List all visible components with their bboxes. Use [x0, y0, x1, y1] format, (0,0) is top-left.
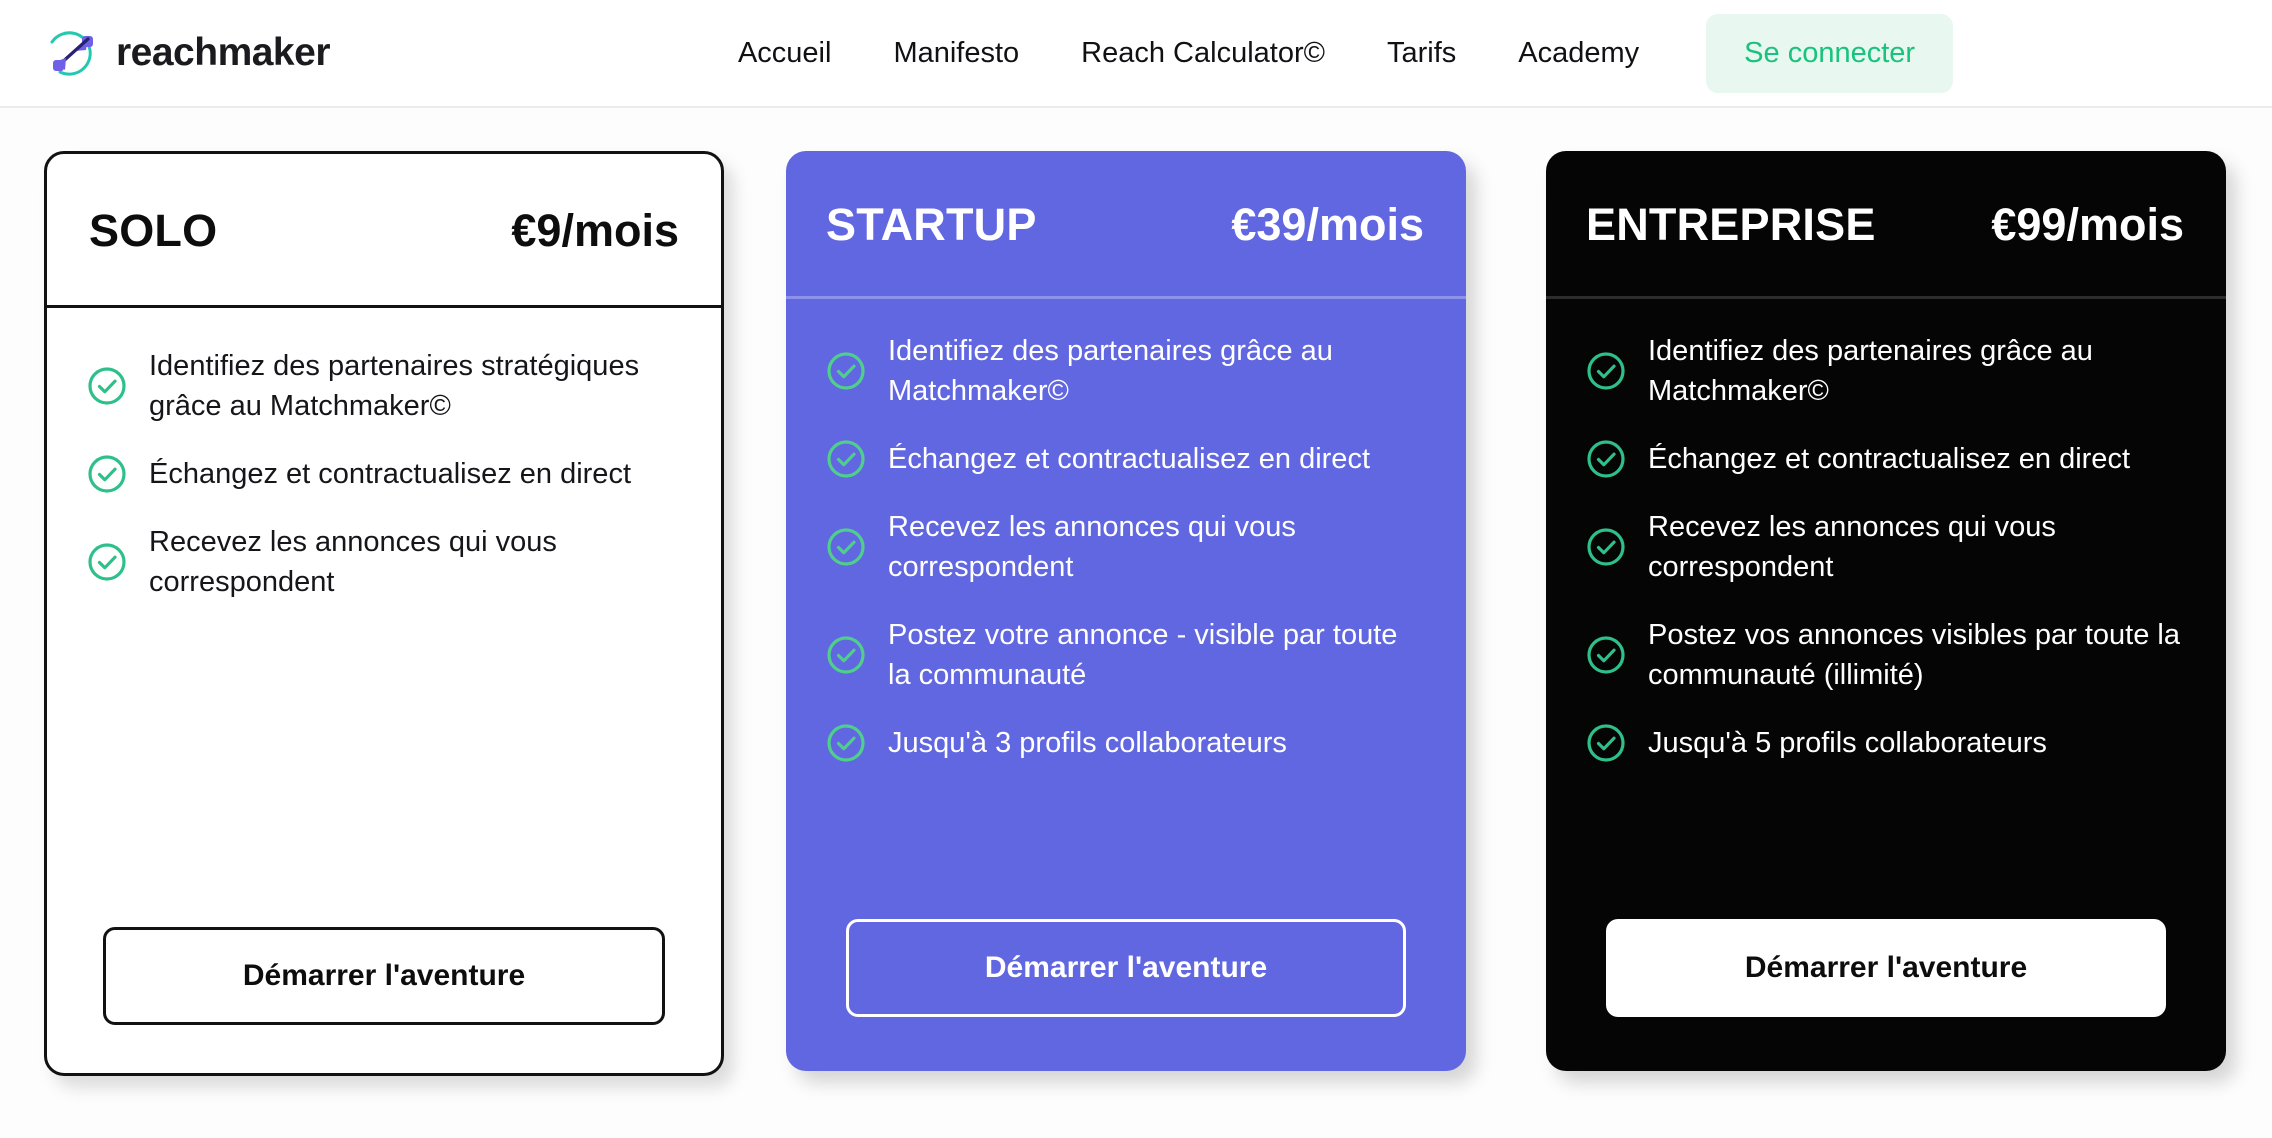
- feature-item: Échangez et contractualisez en direct: [826, 439, 1426, 479]
- feature-item: Recevez les annonces qui vous correspond…: [87, 522, 681, 602]
- brand-name: reachmaker: [116, 31, 331, 74]
- feature-item: Identifiez des partenaires grâce au Matc…: [826, 331, 1426, 411]
- plan-name-entreprise: ENTREPRISE: [1586, 199, 1876, 250]
- check-circle-icon: [1586, 723, 1626, 763]
- feature-list-entreprise: Identifiez des partenaires grâce au Matc…: [1546, 299, 2226, 919]
- start-adventure-button-startup[interactable]: Démarrer l'aventure: [846, 919, 1406, 1017]
- check-circle-icon: [1586, 351, 1626, 391]
- nav-link-manifesto[interactable]: Manifesto: [862, 37, 1050, 70]
- feature-text: Jusqu'à 3 profils collaborateurs: [888, 727, 1287, 760]
- feature-text: Jusqu'à 5 profils collaborateurs: [1648, 727, 2047, 760]
- pricing-card-solo: SOLO €9/mois Identifiez des partenaires …: [44, 151, 724, 1076]
- feature-text: Échangez et contractualisez en direct: [149, 458, 631, 491]
- cta-wrapper-startup: Démarrer l'aventure: [786, 919, 1466, 1071]
- start-adventure-button-entreprise[interactable]: Démarrer l'aventure: [1606, 919, 2166, 1017]
- arrow-target-logo-icon: [46, 28, 100, 78]
- brand-logo[interactable]: reachmaker: [46, 28, 331, 78]
- check-circle-icon: [826, 351, 866, 391]
- check-circle-icon: [1586, 527, 1626, 567]
- feature-list-startup: Identifiez des partenaires grâce au Matc…: [786, 299, 1466, 919]
- pricing-card-startup: STARTUP €39/mois Identifiez des partenai…: [786, 151, 1466, 1071]
- nav-link-tarifs[interactable]: Tarifs: [1356, 37, 1487, 70]
- plan-header-solo: SOLO €9/mois: [47, 154, 721, 308]
- feature-item: Échangez et contractualisez en direct: [87, 454, 681, 494]
- feature-text: Identifiez des partenaires grâce au Matc…: [1648, 335, 2093, 408]
- feature-text: Échangez et contractualisez en direct: [888, 443, 1370, 476]
- nav-link-reach-calculator[interactable]: Reach Calculator©: [1050, 37, 1356, 70]
- login-button[interactable]: Se connecter: [1706, 13, 1954, 93]
- feature-text: Échangez et contractualisez en direct: [1648, 443, 2130, 476]
- check-circle-icon: [826, 723, 866, 763]
- plan-price-solo: €9/mois: [511, 205, 679, 256]
- check-circle-icon: [1586, 635, 1626, 675]
- plan-price-startup: €39/mois: [1231, 199, 1424, 250]
- feature-item: Identifiez des partenaires grâce au Matc…: [1586, 331, 2186, 411]
- feature-list-solo: Identifiez des partenaires stratégiques …: [47, 308, 721, 927]
- feature-item: Postez votre annonce - visible par toute…: [826, 615, 1426, 695]
- check-circle-icon: [1586, 439, 1626, 479]
- check-circle-icon: [826, 439, 866, 479]
- feature-text: Postez votre annonce - visible par toute…: [888, 619, 1398, 692]
- feature-text: Postez vos annonces visibles par toute l…: [1648, 619, 2180, 692]
- feature-text: Identifiez des partenaires stratégiques …: [149, 350, 640, 423]
- feature-item: Postez vos annonces visibles par toute l…: [1586, 615, 2186, 695]
- feature-text: Recevez les annonces qui vous correspond…: [149, 526, 557, 599]
- feature-item: Jusqu'à 5 profils collaborateurs: [1586, 723, 2186, 763]
- nav-links: Accueil Manifesto Reach Calculator© Tari…: [707, 13, 1954, 93]
- feature-item: Recevez les annonces qui vous correspond…: [826, 507, 1426, 587]
- nav-link-accueil[interactable]: Accueil: [707, 37, 863, 70]
- check-circle-icon: [87, 542, 127, 582]
- feature-text: Identifiez des partenaires grâce au Matc…: [888, 335, 1333, 408]
- cta-wrapper-entreprise: Démarrer l'aventure: [1546, 919, 2226, 1071]
- feature-text: Recevez les annonces qui vous correspond…: [888, 511, 1296, 584]
- pricing-plans-section: SOLO €9/mois Identifiez des partenaires …: [0, 108, 2272, 1076]
- feature-text: Recevez les annonces qui vous correspond…: [1648, 511, 2056, 584]
- plan-header-startup: STARTUP €39/mois: [786, 151, 1466, 299]
- plan-name-solo: SOLO: [89, 205, 218, 256]
- plan-price-entreprise: €99/mois: [1991, 199, 2184, 250]
- nav-link-academy[interactable]: Academy: [1487, 37, 1670, 70]
- feature-item: Jusqu'à 3 profils collaborateurs: [826, 723, 1426, 763]
- check-circle-icon: [87, 366, 127, 406]
- check-circle-icon: [826, 635, 866, 675]
- plan-name-startup: STARTUP: [826, 199, 1037, 250]
- pricing-card-entreprise: ENTREPRISE €99/mois Identifiez des parte…: [1546, 151, 2226, 1071]
- feature-item: Identifiez des partenaires stratégiques …: [87, 346, 681, 426]
- start-adventure-button-solo[interactable]: Démarrer l'aventure: [103, 927, 665, 1025]
- check-circle-icon: [87, 454, 127, 494]
- feature-item: Échangez et contractualisez en direct: [1586, 439, 2186, 479]
- check-circle-icon: [826, 527, 866, 567]
- plan-header-entreprise: ENTREPRISE €99/mois: [1546, 151, 2226, 299]
- feature-item: Recevez les annonces qui vous correspond…: [1586, 507, 2186, 587]
- top-navigation-bar: reachmaker Accueil Manifesto Reach Calcu…: [0, 0, 2272, 108]
- cta-wrapper-solo: Démarrer l'aventure: [47, 927, 721, 1073]
